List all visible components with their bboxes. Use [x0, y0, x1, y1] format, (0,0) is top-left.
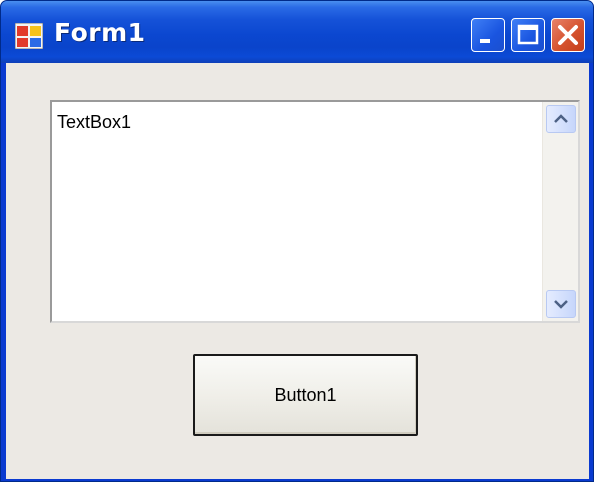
- maximize-button[interactable]: [511, 18, 545, 52]
- close-icon: [558, 25, 578, 45]
- scroll-down-button[interactable]: [546, 290, 576, 318]
- textbox1[interactable]: TextBox1: [50, 100, 580, 323]
- minimize-button[interactable]: [471, 18, 505, 52]
- scroll-up-button[interactable]: [546, 105, 576, 133]
- form-app-icon[interactable]: [14, 22, 44, 50]
- chevron-up-icon: [554, 114, 568, 123]
- button1[interactable]: Button1: [193, 354, 418, 436]
- form-client-area: TextBox1 Button1: [6, 63, 589, 479]
- window-title: Form1: [54, 18, 146, 47]
- textbox-value[interactable]: TextBox1: [57, 112, 131, 133]
- form1-window: Form1 TextBox1 Button1: [0, 0, 594, 482]
- title-bar[interactable]: Form1: [1, 1, 593, 63]
- minimize-icon: [480, 39, 490, 43]
- close-button[interactable]: [551, 18, 585, 52]
- chevron-down-icon: [554, 300, 568, 309]
- vertical-scrollbar[interactable]: [542, 102, 578, 321]
- maximize-icon: [517, 24, 539, 45]
